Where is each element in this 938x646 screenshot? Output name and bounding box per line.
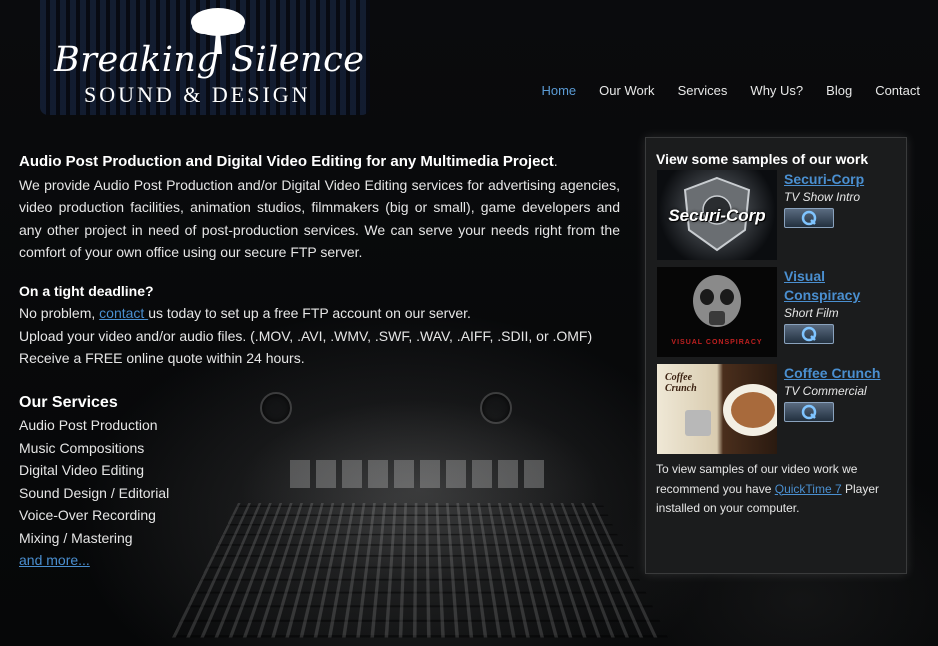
quicktime-play-button[interactable] bbox=[784, 208, 834, 228]
deadline-text: us today to set up a free FTP account on… bbox=[148, 305, 471, 321]
deadline-text: No problem, bbox=[19, 305, 100, 321]
quicktime-note: To view samples of our video work we rec… bbox=[656, 460, 896, 519]
deadline-line-1: No problem, contact us today to set up a… bbox=[19, 302, 620, 325]
nav-blog[interactable]: Blog bbox=[826, 83, 852, 98]
intro-heading-line: Audio Post Production and Digital Video … bbox=[19, 150, 620, 174]
service-item: Audio Post Production bbox=[19, 417, 158, 433]
nav-services[interactable]: Services bbox=[678, 83, 728, 98]
sample-type: TV Show Intro bbox=[784, 190, 861, 204]
intro-heading: Audio Post Production and Digital Video … bbox=[19, 153, 554, 170]
nav-home[interactable]: Home bbox=[541, 83, 576, 98]
sample-thumbnail[interactable]: VISUAL CONSPIRACY bbox=[657, 267, 777, 357]
contact-link[interactable]: contact bbox=[99, 305, 148, 321]
intro-body: We provide Audio Post Production and/or … bbox=[19, 176, 620, 261]
deadline-heading: On a tight deadline? bbox=[19, 282, 154, 299]
quicktime-play-button[interactable] bbox=[784, 324, 834, 344]
sample-item: Coffee Crunch Coffee Crunch TV Commercia… bbox=[657, 364, 897, 455]
deadline-line-2: Upload your video and/or audio files. (.… bbox=[19, 327, 593, 344]
sample-thumbnail[interactable]: Securi-Corp bbox=[657, 170, 777, 260]
sample-type: Short Film bbox=[784, 306, 839, 320]
main-nav: Home Our Work Services Why Us? Blog Cont… bbox=[541, 83, 920, 98]
quicktime-icon bbox=[801, 326, 817, 342]
logo-subtitle: SOUND & DESIGN bbox=[84, 82, 311, 107]
logo-wordmark: Breaking Silence bbox=[54, 40, 365, 80]
logo[interactable]: Breaking Silence SOUND & DESIGN bbox=[40, 0, 370, 115]
service-item: Music Compositions bbox=[19, 439, 145, 456]
quicktime-icon bbox=[801, 210, 817, 226]
nav-contact[interactable]: Contact bbox=[875, 83, 920, 98]
intro-heading-period: . bbox=[553, 153, 558, 169]
service-item: Mixing / Mastering bbox=[19, 529, 133, 546]
samples-title: View some samples of our work bbox=[656, 151, 869, 167]
and-more-link[interactable]: and more... bbox=[19, 552, 90, 568]
samples-panel: View some samples of our work Securi-Cor… bbox=[645, 137, 907, 574]
quicktime-play-button[interactable] bbox=[784, 402, 834, 422]
nav-our-work[interactable]: Our Work bbox=[599, 83, 654, 98]
service-item: Digital Video Editing bbox=[19, 462, 145, 478]
sample-type: TV Commercial bbox=[784, 384, 867, 398]
nav-why-us[interactable]: Why Us? bbox=[750, 83, 803, 98]
thumbnail-caption: VISUAL CONSPIRACY bbox=[671, 339, 763, 346]
services-heading: Our Services bbox=[19, 393, 118, 411]
main-content: Audio Post Production and Digital Video … bbox=[19, 150, 620, 572]
quicktime-icon bbox=[801, 404, 817, 420]
sample-thumbnail[interactable]: Coffee Crunch bbox=[657, 364, 777, 454]
sample-title-link[interactable]: Visual Conspiracy bbox=[784, 267, 894, 305]
service-item: Voice-Over Recording bbox=[19, 507, 156, 523]
sample-title-link[interactable]: Securi-Corp bbox=[784, 170, 894, 189]
sample-item: Securi-Corp Securi-Corp TV Show Intro bbox=[657, 170, 897, 261]
thumbnail-caption: Coffee Crunch bbox=[665, 372, 697, 394]
deadline-line-3: Receive a FREE online quote within 24 ho… bbox=[19, 350, 305, 366]
sample-item: VISUAL CONSPIRACY Visual Conspiracy Shor… bbox=[657, 267, 897, 358]
quicktime-link[interactable]: QuickTime 7 bbox=[775, 482, 842, 496]
thumbnail-caption: Securi-Corp bbox=[668, 206, 766, 225]
sample-title-link[interactable]: Coffee Crunch bbox=[784, 364, 894, 383]
service-item: Sound Design / Editorial bbox=[19, 484, 170, 501]
